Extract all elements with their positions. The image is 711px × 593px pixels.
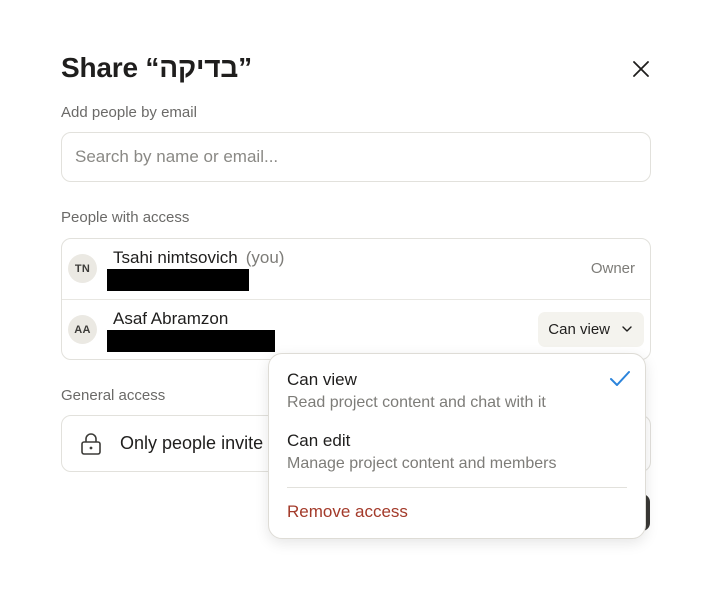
close-button[interactable] bbox=[628, 56, 654, 82]
people-list: TN Tsahi nimtsovich (you) Owner AA Asaf A… bbox=[61, 238, 651, 360]
menu-item-description: Manage project content and members bbox=[287, 455, 557, 472]
role-menu: Can view Read project content and chat w… bbox=[268, 353, 646, 539]
dialog-title: Share “בדיקה” bbox=[61, 52, 252, 83]
share-dialog: Share “בדיקה” Add people by email People… bbox=[0, 0, 711, 593]
remove-access-item[interactable]: Remove access bbox=[287, 502, 408, 522]
avatar: TN bbox=[68, 254, 97, 283]
person-name: Tsahi nimtsovich (you) bbox=[113, 248, 284, 268]
you-label: (you) bbox=[245, 248, 285, 267]
general-access-label: General access bbox=[61, 387, 166, 404]
add-people-label: Add people by email bbox=[61, 104, 197, 121]
owner-role-label: Owner bbox=[590, 260, 635, 277]
redacted-email bbox=[107, 330, 275, 352]
menu-item-can-edit[interactable]: Can edit Manage project content and memb… bbox=[269, 420, 645, 486]
menu-item-can-view[interactable]: Can view Read project content and chat w… bbox=[269, 354, 645, 420]
search-input[interactable] bbox=[61, 132, 651, 182]
person-row-owner: TN Tsahi nimtsovich (you) Owner bbox=[62, 239, 650, 299]
people-with-access-label: People with access bbox=[61, 209, 190, 226]
redacted-email bbox=[107, 269, 249, 291]
check-icon bbox=[610, 371, 630, 386]
person-name-text: Tsahi nimtsovich bbox=[113, 248, 238, 267]
menu-divider bbox=[287, 487, 627, 488]
role-dropdown[interactable]: Can view bbox=[538, 312, 644, 347]
lock-icon bbox=[81, 433, 101, 455]
menu-item-title: Can edit bbox=[287, 431, 351, 450]
person-row-member: AA Asaf Abramzon Can view bbox=[62, 299, 650, 359]
person-name-text: Asaf Abramzon bbox=[113, 309, 229, 328]
avatar: AA bbox=[68, 315, 97, 344]
close-icon bbox=[633, 61, 649, 77]
menu-item-description: Read project content and chat with it bbox=[287, 394, 546, 411]
chevron-down-icon bbox=[622, 326, 632, 333]
menu-item-title: Can view bbox=[287, 370, 357, 389]
role-dropdown-label: Can view bbox=[548, 321, 610, 338]
general-access-value: Only people invite bbox=[120, 433, 264, 453]
person-name: Asaf Abramzon bbox=[113, 309, 228, 329]
